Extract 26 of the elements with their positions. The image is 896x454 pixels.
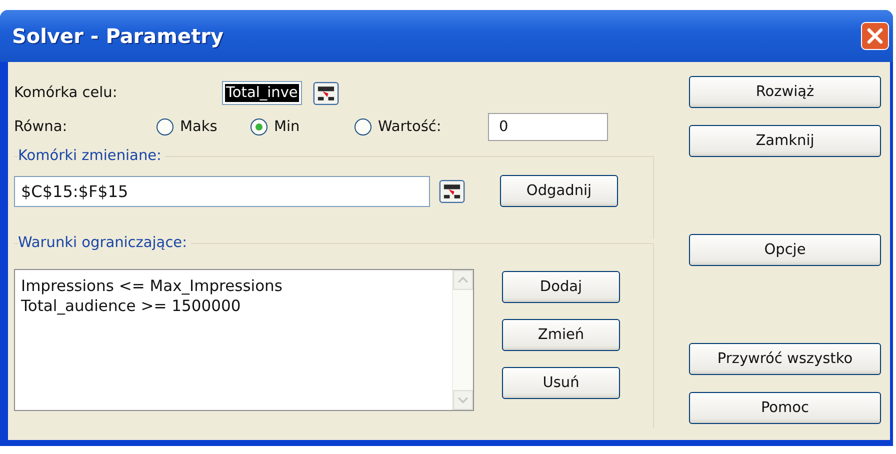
dialog-button[interactable]: Przywróć wszystko	[689, 343, 881, 375]
window-title: Solver - Parametry	[12, 24, 224, 48]
group-label: Warunki ograniczające:	[18, 235, 191, 251]
close-icon[interactable]	[861, 22, 889, 50]
target-cell-label: Komórka celu:	[14, 85, 118, 101]
radio-label[interactable]: Wartość:	[378, 119, 442, 135]
dialog-button[interactable]: Rozwiąż	[689, 76, 881, 108]
radio-button[interactable]	[250, 118, 268, 136]
dialog-button[interactable]: Zamknij	[689, 125, 881, 157]
constraint-item[interactable]: Impressions <= Max_Impressions	[21, 276, 452, 296]
constraint-item[interactable]: Total_audience >= 1500000	[21, 296, 452, 316]
changing-cells-field[interactable]: $C$15:$F$15	[14, 176, 430, 206]
value-field[interactable]: 0	[488, 113, 608, 141]
dialog-button[interactable]: Opcje	[689, 234, 881, 266]
dialog-button[interactable]: Pomoc	[689, 392, 881, 424]
constraint-button[interactable]: Dodaj	[502, 271, 620, 303]
radio-button[interactable]	[354, 118, 372, 136]
constraint-button[interactable]: Usuń	[502, 367, 620, 399]
constraints-list[interactable]: Impressions <= Max_Impressions Total_audience >= 1500000	[14, 269, 474, 411]
constraint-button[interactable]: Zmień	[502, 319, 620, 351]
radio-label[interactable]: Min	[274, 119, 300, 135]
guess-button[interactable]: Odgadnij	[500, 175, 618, 207]
equal-to-label: Równa:	[14, 119, 68, 135]
radio-button[interactable]	[156, 118, 174, 136]
radio-label[interactable]: Maks	[180, 119, 218, 135]
target-cell-field[interactable]: Total_inve	[222, 81, 302, 105]
